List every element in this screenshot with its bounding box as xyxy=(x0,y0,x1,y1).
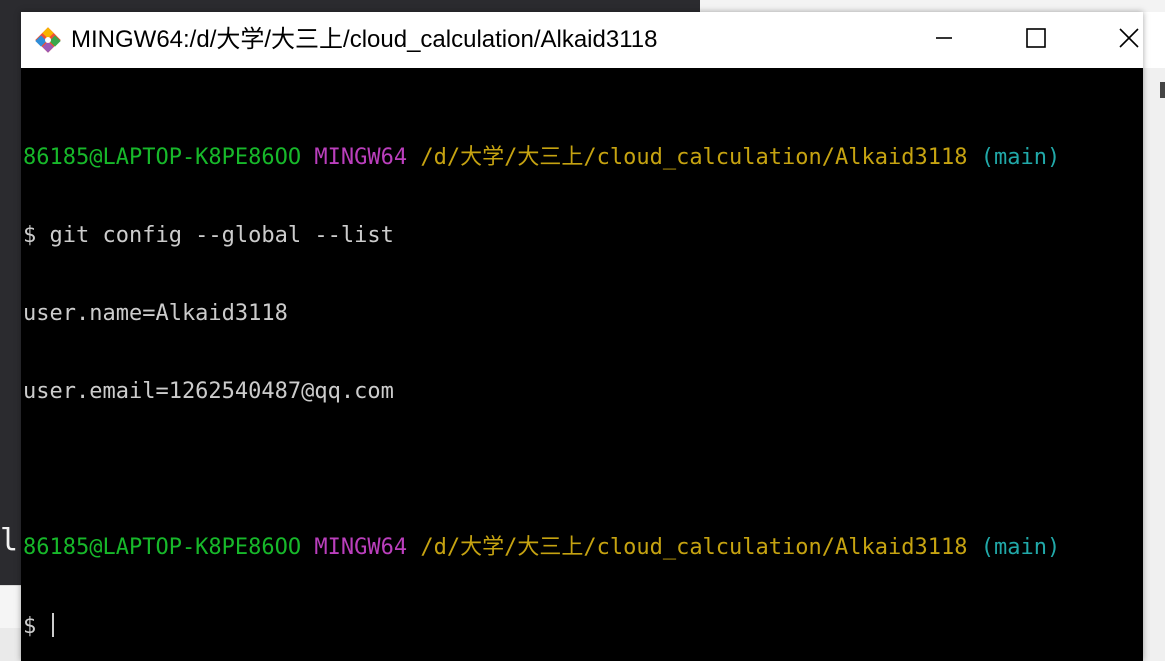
prompt-branch: (main) xyxy=(980,535,1061,560)
prompt-path: /d/大学/大三上/cloud_calculation/Alkaid3118 xyxy=(420,145,968,170)
prompt-system: MINGW64 xyxy=(314,145,408,170)
background-scroll-tick xyxy=(1160,82,1165,98)
close-icon xyxy=(1118,27,1140,53)
background-window-top-right xyxy=(700,0,1165,12)
prompt-line: 86185@LAPTOP-K8PE86OO MINGW64 /d/大学/大三上/… xyxy=(23,535,1143,561)
maximize-button[interactable] xyxy=(1013,12,1059,68)
command-line: $ git config --global --list xyxy=(23,223,394,248)
prompt-user: 86185@LAPTOP-K8PE86OO xyxy=(23,145,302,170)
prompt-user: 86185@LAPTOP-K8PE86OO xyxy=(23,535,302,560)
window-title: MINGW64:/d/大学/大三上/cloud_calculation/Alka… xyxy=(71,26,658,53)
text-cursor xyxy=(51,613,54,637)
background-text-fragment: l xyxy=(0,523,18,558)
prompt-path: /d/大学/大三上/cloud_calculation/Alkaid3118 xyxy=(420,535,968,560)
title-bar[interactable]: MINGW64:/d/大学/大三上/cloud_calculation/Alka… xyxy=(21,12,1143,68)
background-panel-strip xyxy=(0,628,22,661)
background-window-top xyxy=(0,0,700,12)
prompt-system: MINGW64 xyxy=(314,535,408,560)
input-prompt: $ xyxy=(23,614,50,639)
background-window-left xyxy=(0,0,22,585)
terminal-output[interactable]: 86185@LAPTOP-K8PE86OO MINGW64 /d/大学/大三上/… xyxy=(21,68,1143,661)
input-line[interactable]: $ xyxy=(23,613,1143,639)
minimize-icon xyxy=(934,28,954,52)
prompt-line: 86185@LAPTOP-K8PE86OO MINGW64 /d/大学/大三上/… xyxy=(23,145,1143,171)
output-line: user.name=Alkaid3118 xyxy=(23,301,288,326)
git-bash-icon xyxy=(33,25,63,55)
maximize-icon xyxy=(1025,27,1047,53)
close-button[interactable] xyxy=(1106,12,1152,68)
prompt-branch: (main) xyxy=(980,145,1061,170)
output-line: user.email=1262540487@qq.com xyxy=(23,379,394,404)
terminal-window[interactable]: MINGW64:/d/大学/大三上/cloud_calculation/Alka… xyxy=(21,12,1143,661)
minimize-button[interactable] xyxy=(921,12,967,68)
background-window-right xyxy=(1143,68,1165,661)
